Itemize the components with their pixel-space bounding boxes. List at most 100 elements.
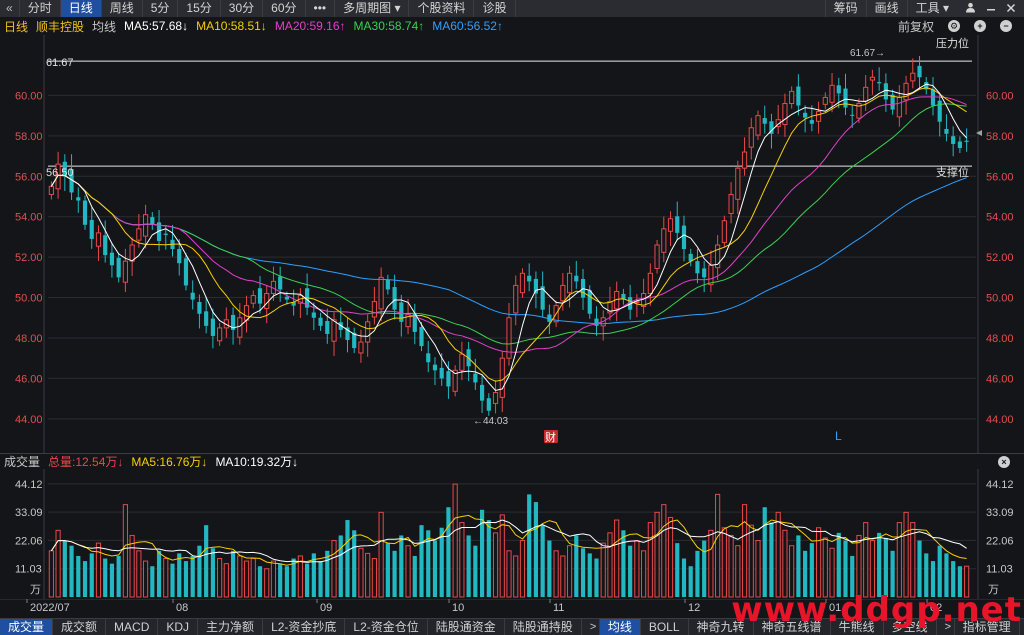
candle[interactable] (223, 307, 229, 338)
tabs-scroll-arrow[interactable]: > (582, 618, 600, 635)
volume-bar[interactable] (129, 534, 135, 598)
candle[interactable] (150, 212, 155, 230)
candle[interactable] (735, 160, 741, 215)
volume-bar[interactable] (513, 555, 519, 598)
volume-bar[interactable] (540, 525, 545, 597)
volume-bar[interactable] (69, 545, 74, 597)
volume-bar[interactable] (237, 555, 243, 598)
candle[interactable] (688, 248, 693, 267)
volume-bar[interactable] (796, 535, 801, 597)
candle[interactable] (681, 215, 687, 262)
candle[interactable] (762, 105, 767, 134)
volume-bar[interactable] (412, 555, 417, 597)
volume-bar[interactable] (506, 550, 512, 598)
candle[interactable] (910, 58, 916, 89)
volume-bar[interactable] (109, 563, 115, 597)
candle[interactable] (122, 248, 128, 293)
candle[interactable] (318, 312, 323, 331)
volume-bar[interactable] (580, 548, 586, 597)
volume-bar[interactable] (446, 507, 451, 597)
volume-bar[interactable] (695, 550, 700, 597)
candle[interactable] (466, 341, 471, 382)
candle[interactable] (392, 274, 397, 320)
candle[interactable] (243, 295, 250, 333)
volume-bar[interactable] (419, 525, 424, 597)
indicator-tab[interactable]: BOLL (641, 618, 689, 635)
volume-bar[interactable] (156, 550, 162, 597)
tab-intraday[interactable]: 分时 (20, 0, 61, 17)
volume-bar[interactable] (142, 560, 149, 598)
candle[interactable] (540, 271, 545, 318)
candle[interactable] (614, 281, 620, 322)
candle[interactable] (843, 73, 848, 116)
volume-bar[interactable] (150, 566, 155, 597)
candle[interactable] (519, 268, 526, 298)
volume-bar[interactable] (702, 540, 707, 597)
volume-bar[interactable] (815, 527, 822, 598)
candle[interactable] (385, 274, 390, 295)
candle[interactable] (345, 317, 350, 353)
volume-bar[interactable] (345, 520, 350, 597)
volume-bar[interactable] (903, 511, 909, 598)
tab-weekly[interactable]: 周线 (102, 0, 143, 17)
volume-bar[interactable] (318, 561, 323, 597)
candle[interactable] (647, 263, 653, 306)
candle[interactable] (930, 77, 936, 116)
candle[interactable] (594, 306, 599, 336)
candle[interactable] (305, 273, 310, 316)
volume-bar[interactable] (365, 552, 371, 598)
candle[interactable] (426, 341, 431, 373)
candle[interactable] (957, 136, 962, 154)
volume-bar[interactable] (190, 555, 195, 597)
volume-bar[interactable] (527, 494, 532, 597)
volume-bar[interactable] (95, 542, 102, 598)
multi-period-dropdown[interactable]: 多周期图 ▾ (335, 0, 410, 17)
volume-bar[interactable] (607, 532, 613, 598)
volume-bar[interactable] (331, 540, 337, 598)
volume-bar[interactable] (405, 545, 411, 598)
volume-chart[interactable]: 44.12 44.12 33.09 33.09 22.06 22.06 11.03 11.03… (0, 469, 1024, 599)
candle[interactable] (890, 89, 895, 115)
volume-bar[interactable] (809, 543, 814, 597)
volume-bar[interactable] (338, 535, 343, 597)
volume-bar[interactable] (385, 543, 390, 597)
candle[interactable] (170, 224, 175, 257)
tab-daily[interactable]: 日线 (60, 0, 102, 17)
candle[interactable] (748, 117, 754, 160)
volume-bar[interactable] (170, 563, 175, 597)
volume-bar[interactable] (177, 553, 182, 597)
volume-bar[interactable] (896, 522, 902, 598)
tab-15min[interactable]: 15分 (178, 0, 221, 17)
volume-bar[interactable] (741, 504, 748, 598)
volume-bar[interactable] (76, 555, 81, 597)
volume-bar[interactable] (459, 522, 465, 598)
volume-bar[interactable] (183, 561, 189, 597)
adjust-mode[interactable]: 前复权 (898, 18, 934, 35)
volume-bar[interactable] (264, 568, 270, 598)
indicator-tab[interactable]: L2-资金仓位 (345, 618, 428, 635)
candle[interactable] (82, 195, 88, 230)
candle[interactable] (89, 207, 94, 249)
volume-bar[interactable] (116, 555, 121, 597)
volume-bar[interactable] (257, 566, 263, 597)
volume-bar[interactable] (486, 520, 491, 597)
volume-bar[interactable] (48, 550, 54, 598)
volume-bar[interactable] (519, 540, 526, 598)
candle[interactable] (877, 67, 882, 91)
candle[interactable] (796, 74, 801, 116)
person-icon[interactable] (965, 2, 976, 16)
chips-button[interactable]: 筹码 (824, 0, 866, 17)
settings-icon[interactable]: ⚙ (948, 20, 960, 32)
volume-bar[interactable] (641, 550, 647, 598)
volume-bar[interactable] (782, 529, 788, 598)
candle[interactable] (257, 275, 263, 314)
candle[interactable] (492, 380, 499, 414)
event-marker[interactable]: L (835, 429, 842, 443)
volume-bar[interactable] (755, 540, 761, 598)
tab-5min[interactable]: 5分 (143, 0, 179, 17)
indicator-tab[interactable]: L2-资金抄底 (263, 618, 346, 635)
volume-bar[interactable] (675, 543, 680, 597)
volume-bar[interactable] (392, 550, 397, 597)
candle[interactable] (129, 237, 135, 276)
volume-bar[interactable] (856, 534, 862, 598)
